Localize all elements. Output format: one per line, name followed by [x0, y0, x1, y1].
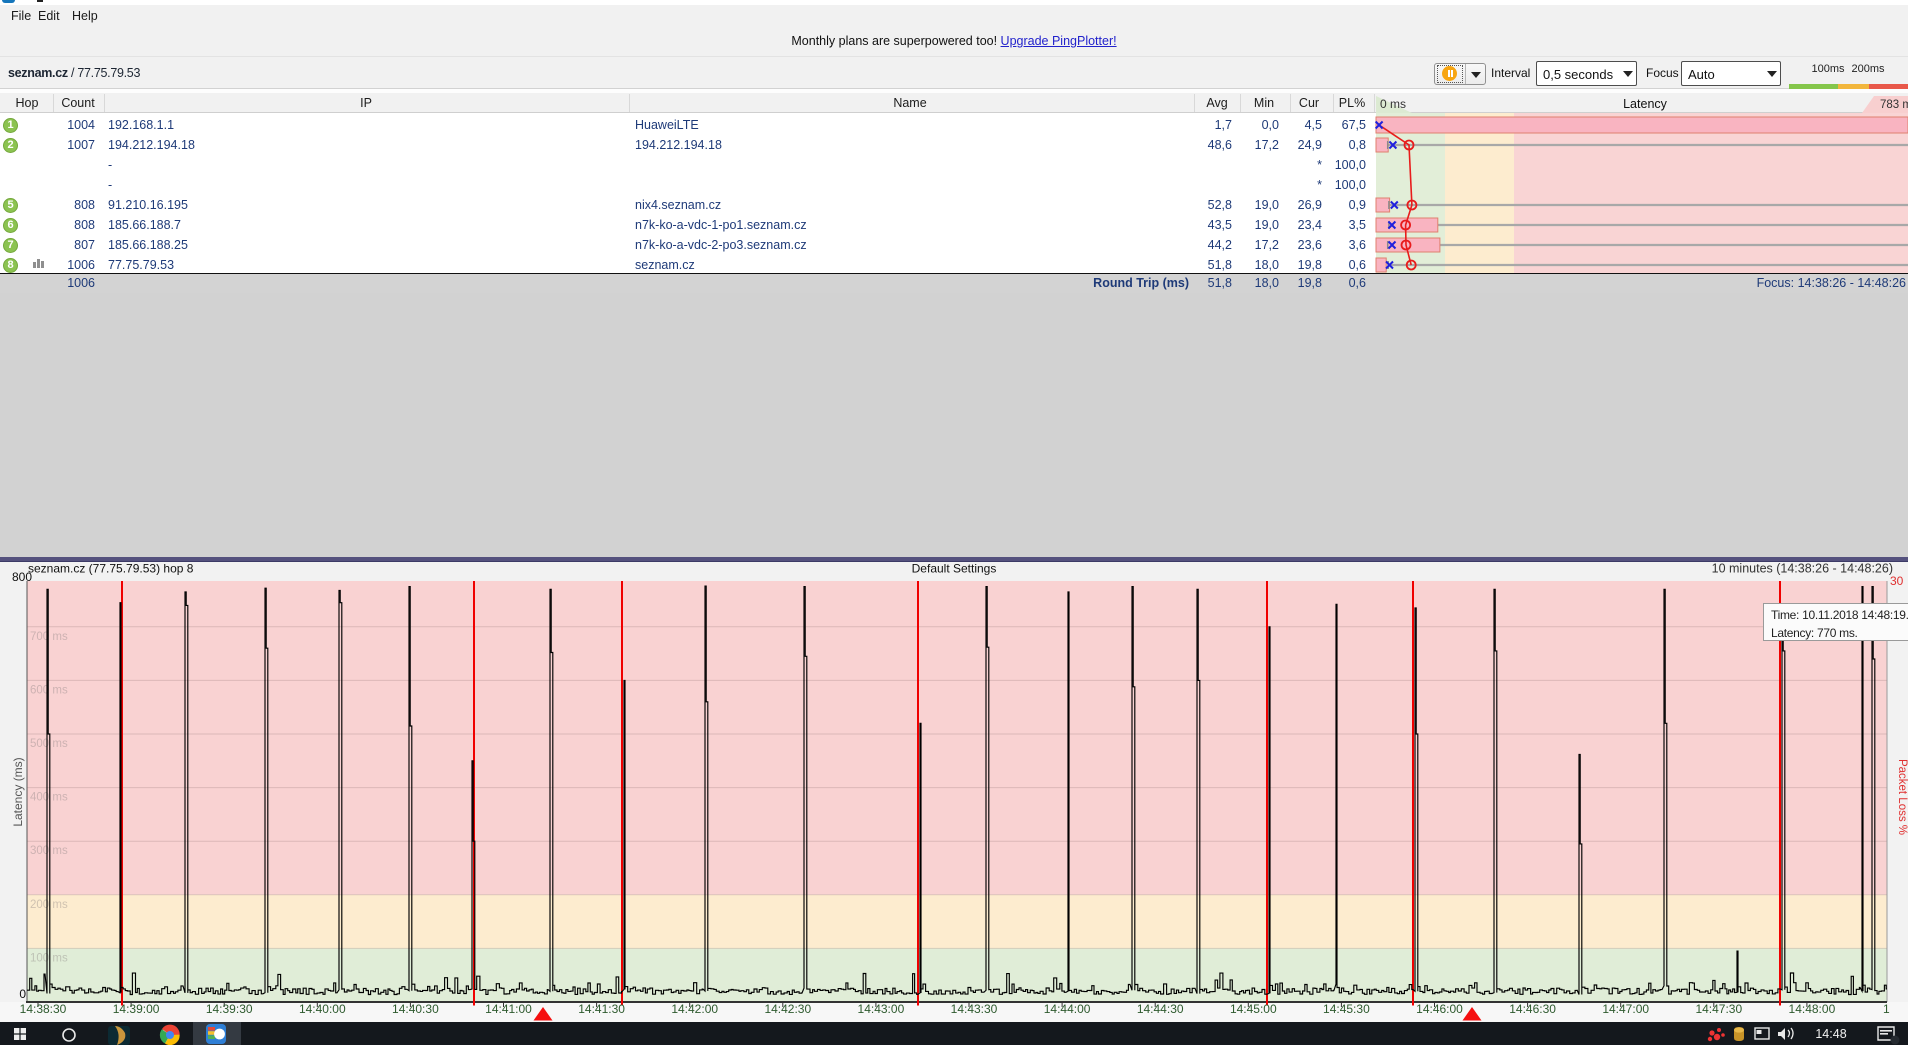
svg-text:400 ms: 400 ms	[30, 792, 68, 804]
svg-text:14:38:30: 14:38:30	[20, 1002, 67, 1016]
svg-text:14:40:30: 14:40:30	[392, 1002, 439, 1016]
svg-text:14:39:00: 14:39:00	[113, 1002, 160, 1016]
svg-text:seznam.cz (77.75.79.53) hop 8: seznam.cz (77.75.79.53) hop 8	[28, 562, 194, 576]
svg-text:14:45:30: 14:45:30	[1323, 1002, 1370, 1016]
svg-text:14:48: 14:48	[1815, 1027, 1846, 1041]
svg-text:500 ms: 500 ms	[30, 738, 68, 750]
svg-text:14:46:30: 14:46:30	[1509, 1002, 1556, 1016]
svg-text:14:41:30: 14:41:30	[578, 1002, 625, 1016]
svg-text:Default Settings: Default Settings	[912, 562, 997, 576]
svg-text:14:42:30: 14:42:30	[764, 1002, 811, 1016]
svg-text:14:47:30: 14:47:30	[1695, 1002, 1742, 1016]
svg-text:0: 0	[19, 987, 26, 1001]
svg-text:200 ms: 200 ms	[30, 899, 68, 911]
svg-text:600 ms: 600 ms	[30, 684, 68, 696]
svg-text:30: 30	[1890, 574, 1904, 588]
svg-text:14:45:00: 14:45:00	[1230, 1002, 1277, 1016]
svg-text:Latency (ms): Latency (ms)	[11, 757, 25, 826]
svg-text:1: 1	[1883, 1002, 1890, 1016]
svg-text:Latency: Latency	[1623, 97, 1668, 111]
svg-text:800: 800	[12, 570, 32, 584]
svg-text:100 ms: 100 ms	[30, 952, 68, 964]
svg-text:14:41:00: 14:41:00	[485, 1002, 532, 1016]
svg-text:14:43:30: 14:43:30	[951, 1002, 998, 1016]
svg-text:14:48:00: 14:48:00	[1789, 1002, 1836, 1016]
svg-text:14:44:30: 14:44:30	[1137, 1002, 1184, 1016]
svg-text:14:40:00: 14:40:00	[299, 1002, 346, 1016]
svg-text:14:44:00: 14:44:00	[1044, 1002, 1091, 1016]
svg-text:Packet Loss %: Packet Loss %	[1896, 759, 1908, 835]
svg-text:700 ms: 700 ms	[30, 631, 68, 643]
svg-text:14:46:00: 14:46:00	[1416, 1002, 1463, 1016]
svg-text:300 ms: 300 ms	[30, 845, 68, 857]
svg-text:10 minutes (14:38:26 - 14:48:2: 10 minutes (14:38:26 - 14:48:26)	[1712, 562, 1893, 576]
svg-text:14:47:00: 14:47:00	[1602, 1002, 1649, 1016]
svg-text:0 ms: 0 ms	[1380, 97, 1406, 111]
svg-text:14:42:00: 14:42:00	[671, 1002, 718, 1016]
svg-text:783 m: 783 m	[1880, 99, 1908, 111]
svg-text:14:43:00: 14:43:00	[858, 1002, 905, 1016]
svg-text:14:39:30: 14:39:30	[206, 1002, 253, 1016]
